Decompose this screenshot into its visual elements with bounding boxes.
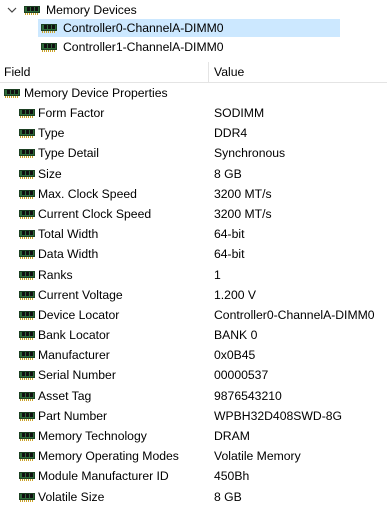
property-field: Form Factor xyxy=(38,106,105,120)
table-row[interactable]: Data Width 64-bit xyxy=(0,244,387,264)
property-value: 1.200 V xyxy=(214,287,257,302)
property-field: Volatile Size xyxy=(38,489,105,504)
property-value: 9876543210 xyxy=(214,388,282,403)
table-row[interactable]: Asset Tag 9876543210 xyxy=(0,386,387,406)
memory-module-icon xyxy=(19,492,35,502)
memory-module-icon xyxy=(19,350,35,361)
property-field: Size xyxy=(38,166,62,181)
table-row[interactable]: Ranks 1 xyxy=(0,265,387,285)
memory-module-icon xyxy=(41,23,57,33)
properties-header: Field Value xyxy=(0,62,387,83)
memory-module-icon xyxy=(19,451,35,462)
property-value: Volatile Memory xyxy=(214,449,301,464)
property-value: DDR4 xyxy=(214,126,248,141)
property-field: Type xyxy=(38,126,65,141)
column-header-field[interactable]: Field xyxy=(4,65,30,79)
property-field: Max. Clock Speed xyxy=(38,186,137,201)
property-field: Module Manufacturer ID xyxy=(38,469,169,484)
memory-module-icon xyxy=(19,148,35,159)
property-value: 1 xyxy=(214,267,221,282)
memory-module-icon xyxy=(19,431,35,441)
table-row[interactable]: Device Locator Controller0-ChannelA-DIMM0 xyxy=(0,305,387,325)
property-field: Memory Technology xyxy=(38,429,147,443)
property-group-label: Memory Device Properties xyxy=(24,86,168,100)
table-row[interactable]: Total Width 64-bit xyxy=(0,224,387,244)
memory-module-icon xyxy=(19,229,35,240)
property-value: 8 GB xyxy=(214,166,242,181)
column-divider[interactable] xyxy=(208,62,209,82)
memory-module-icon xyxy=(4,88,20,98)
tree-node-dimm-0[interactable]: Controller0-ChannelA-DIMM0 xyxy=(38,19,340,37)
property-value: 0x0B45 xyxy=(214,348,256,363)
table-row[interactable]: Current Clock Speed 3200 MT/s xyxy=(0,204,387,224)
device-tree: Memory Devices Controller0-ChannelA-DIMM… xyxy=(0,0,387,58)
property-field: Serial Number xyxy=(38,368,116,383)
property-value: 8 GB xyxy=(214,489,242,504)
property-value: SODIMM xyxy=(214,106,265,120)
memory-module-icon xyxy=(19,370,35,381)
column-header-value[interactable]: Value xyxy=(214,65,244,79)
property-field: Manufacturer xyxy=(38,348,110,363)
property-value: 3200 MT/s xyxy=(214,206,272,221)
table-row[interactable]: Form Factor SODIMM xyxy=(0,103,387,123)
property-value: BANK 0 xyxy=(214,328,258,343)
memory-module-icon xyxy=(19,128,35,139)
property-value: 64-bit xyxy=(214,247,245,262)
table-row[interactable]: Max. Clock Speed 3200 MT/s xyxy=(0,184,387,204)
table-row[interactable]: Type Detail Synchronous xyxy=(0,143,387,163)
property-field: Memory Operating Modes xyxy=(38,449,179,464)
memory-module-icon xyxy=(19,391,35,401)
property-field: Part Number xyxy=(38,408,108,423)
property-value: 00000537 xyxy=(214,368,269,383)
table-row[interactable]: Memory Operating Modes Volatile Memory xyxy=(0,446,387,466)
tree-node-dimm-1[interactable]: Controller1-ChannelA-DIMM0 xyxy=(38,38,224,56)
table-row[interactable]: Serial Number 00000537 xyxy=(0,365,387,385)
table-row[interactable]: Module Manufacturer ID 450Bh xyxy=(0,466,387,486)
property-value: Controller0-ChannelA-DIMM0 xyxy=(214,307,375,322)
memory-module-icon xyxy=(19,169,35,179)
memory-module-icon xyxy=(24,5,40,15)
memory-module-icon xyxy=(19,411,35,421)
property-group[interactable]: Memory Device Properties xyxy=(4,84,168,102)
property-field: Bank Locator xyxy=(38,328,110,343)
tree-node-memory-devices[interactable]: Memory Devices xyxy=(6,1,137,19)
memory-module-icon xyxy=(19,290,35,300)
table-row[interactable]: Volatile Size 8 GB xyxy=(0,487,387,507)
memory-module-icon xyxy=(19,209,35,219)
property-field: Current Voltage xyxy=(38,287,123,302)
property-field: Device Locator xyxy=(38,307,120,322)
property-value: WPBH32D408SWD-8G xyxy=(214,408,343,423)
property-value: 64-bit xyxy=(214,227,245,242)
tree-node-label: Controller0-ChannelA-DIMM0 xyxy=(63,21,224,35)
memory-module-icon xyxy=(19,108,35,118)
memory-module-icon xyxy=(19,249,35,260)
memory-module-icon xyxy=(19,330,35,341)
tree-node-label: Memory Devices xyxy=(46,3,137,17)
property-field: Data Width xyxy=(38,247,99,262)
table-row[interactable]: Current Voltage 1.200 V xyxy=(0,285,387,305)
table-row[interactable]: Memory Technology DRAM xyxy=(0,426,387,446)
property-field: Type Detail xyxy=(38,146,99,161)
memory-module-icon xyxy=(19,270,35,280)
chevron-down-icon[interactable] xyxy=(6,1,18,19)
property-value: 450Bh xyxy=(214,469,250,484)
table-row[interactable]: Bank Locator BANK 0 xyxy=(0,325,387,345)
property-value: DRAM xyxy=(214,429,250,443)
memory-module-icon xyxy=(19,310,35,320)
property-field: Asset Tag xyxy=(38,388,92,403)
property-value: Synchronous xyxy=(214,146,286,161)
properties-list: Form Factor SODIMM Type DDR4 Type Detail Sync… xyxy=(0,103,387,507)
property-field: Total Width xyxy=(38,227,99,242)
property-field: Ranks xyxy=(38,267,73,282)
property-field: Current Clock Speed xyxy=(38,206,152,221)
table-row[interactable]: Size 8 GB xyxy=(0,164,387,184)
property-value: 3200 MT/s xyxy=(214,186,272,201)
table-row[interactable]: Part Number WPBH32D408SWD-8G xyxy=(0,406,387,426)
memory-module-icon xyxy=(41,42,57,52)
memory-module-icon xyxy=(19,471,35,482)
tree-node-label: Controller1-ChannelA-DIMM0 xyxy=(63,40,224,54)
table-row[interactable]: Manufacturer 0x0B45 xyxy=(0,345,387,365)
table-row[interactable]: Type DDR4 xyxy=(0,123,387,143)
memory-module-icon xyxy=(19,189,35,199)
